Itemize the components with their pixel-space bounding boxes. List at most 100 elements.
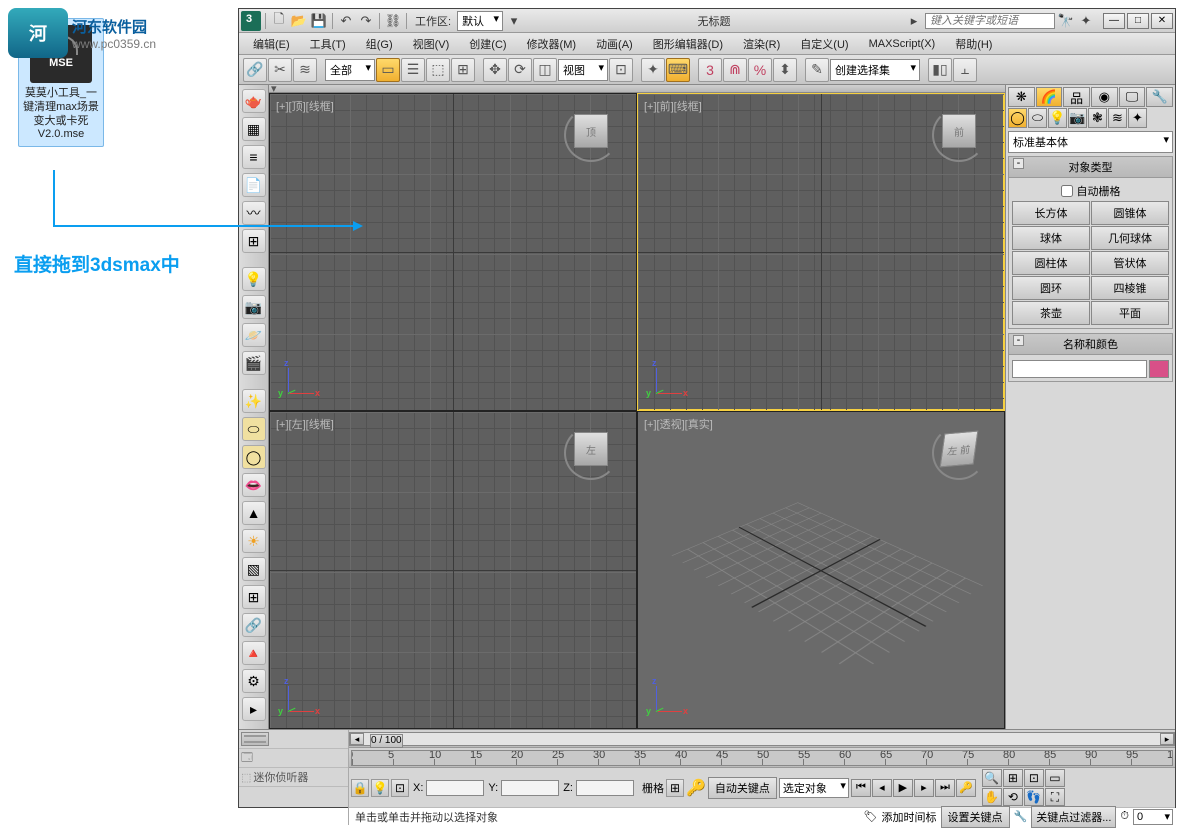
- cat-lights[interactable]: 💡: [1048, 108, 1067, 128]
- autokey-button[interactable]: 自动关键点: [708, 777, 777, 799]
- snap-3-btn[interactable]: 3: [698, 58, 722, 82]
- menu-modifiers[interactable]: 修改器(M): [519, 34, 585, 54]
- tab-hierarchy[interactable]: 品: [1063, 87, 1090, 107]
- play-icon[interactable]: ▸: [242, 697, 266, 721]
- binoculars-icon[interactable]: 🔭: [1057, 12, 1075, 30]
- menu-customize[interactable]: 自定义(U): [792, 34, 856, 54]
- open-icon[interactable]: 📂: [290, 12, 308, 30]
- btn-plane[interactable]: 平面: [1091, 301, 1169, 325]
- new-icon[interactable]: 🗋: [270, 12, 288, 30]
- rollout-objtype-header[interactable]: 对象类型: [1009, 157, 1172, 178]
- viewport-front[interactable]: [+][前][线框] 前 xzy: [638, 94, 1004, 410]
- help-search-input[interactable]: [925, 13, 1055, 29]
- undo-icon[interactable]: ↶: [337, 12, 355, 30]
- y-value[interactable]: [501, 780, 559, 796]
- redo-icon[interactable]: ↷: [357, 12, 375, 30]
- btn-cylinder[interactable]: 圆柱体: [1012, 251, 1090, 275]
- grid-value-icon[interactable]: ⊞: [666, 779, 684, 797]
- tab-utilities[interactable]: 🔧: [1146, 87, 1173, 107]
- menu-tools[interactable]: 工具(T): [302, 34, 354, 54]
- planet-icon[interactable]: 🪐: [242, 323, 266, 347]
- selection-filter[interactable]: 全部: [325, 59, 375, 81]
- align-btn[interactable]: ⫠: [953, 58, 977, 82]
- tab-modify[interactable]: 🌈: [1036, 87, 1063, 107]
- mirror-btn[interactable]: ▮▯: [928, 58, 952, 82]
- layers-icon[interactable]: ≡: [242, 145, 266, 169]
- lattice-icon[interactable]: ⊞: [242, 585, 266, 609]
- cat-systems[interactable]: ✦: [1128, 108, 1147, 128]
- blob-icon[interactable]: ⬭: [242, 417, 266, 441]
- mask-icon[interactable]: 👄: [242, 473, 266, 497]
- time-config-icon[interactable]: ⏱: [1120, 810, 1129, 823]
- btn-teapot[interactable]: 茶壶: [1012, 301, 1090, 325]
- help-star-icon[interactable]: ✦: [1077, 12, 1095, 30]
- menu-create[interactable]: 创建(C): [461, 34, 514, 54]
- named-selection-set[interactable]: 创建选择集: [830, 59, 920, 81]
- viewcube-top[interactable]: 顶: [564, 108, 618, 162]
- track-ruler[interactable]: 0510152025303540455055606570758085909510…: [351, 750, 1173, 766]
- camera-icon[interactable]: 📷: [242, 295, 266, 319]
- scroll-left-icon[interactable]: ◂: [350, 733, 364, 745]
- app-icon[interactable]: [241, 11, 261, 31]
- link-icon[interactable]: ⛓: [384, 12, 402, 30]
- tab-create[interactable]: ❋: [1008, 87, 1035, 107]
- object-color-swatch[interactable]: [1149, 360, 1169, 378]
- selection-lock-icon[interactable]: ⊡: [391, 779, 409, 797]
- maxscript-toggle[interactable]: 🗔: [241, 749, 253, 768]
- walk-icon[interactable]: 👣: [1024, 788, 1044, 806]
- menu-view[interactable]: 视图(V): [405, 34, 458, 54]
- cat-shapes[interactable]: ⬭: [1028, 108, 1047, 128]
- menu-render[interactable]: 渲染(R): [735, 34, 788, 54]
- workspace-selector[interactable]: 默认: [457, 11, 503, 31]
- key-mode-icon[interactable]: 🔑: [956, 779, 976, 797]
- cat-helpers[interactable]: ❃: [1088, 108, 1107, 128]
- particle-icon[interactable]: ✨: [242, 389, 266, 413]
- window-crossing-btn[interactable]: ⊞: [451, 58, 475, 82]
- zoom-icon[interactable]: 🔍: [982, 769, 1002, 787]
- key-target-dropdown[interactable]: 选定对象: [779, 778, 849, 798]
- time-tag-icon[interactable]: 🏷: [864, 810, 878, 823]
- menu-group[interactable]: 组(G): [358, 34, 401, 54]
- rotate-btn[interactable]: ⟳: [508, 58, 532, 82]
- viewcube-left[interactable]: 左: [564, 426, 618, 480]
- zoom-extents-icon[interactable]: ⊡: [1024, 769, 1044, 787]
- cat-spacewarps[interactable]: ≋: [1108, 108, 1127, 128]
- ref-coord-system[interactable]: 视图: [558, 59, 608, 81]
- chain-icon[interactable]: 🔗: [242, 613, 266, 637]
- unlink-btn[interactable]: ✂: [268, 58, 292, 82]
- cloth-icon[interactable]: ▧: [242, 557, 266, 581]
- time-slider[interactable]: 0 / 100: [370, 734, 403, 748]
- btn-sphere[interactable]: 球体: [1012, 226, 1090, 250]
- lock-icon[interactable]: 🔒: [351, 779, 369, 797]
- add-time-tag[interactable]: 添加时间标: [882, 809, 937, 825]
- move-btn[interactable]: ✥: [483, 58, 507, 82]
- spinner-snap-btn[interactable]: ⬍: [773, 58, 797, 82]
- curve-editor-icon[interactable]: 〰: [242, 201, 266, 225]
- play-btn-icon[interactable]: ▶: [893, 779, 913, 797]
- viewport-handle[interactable]: [269, 85, 1005, 93]
- viewport-perspective[interactable]: [+][透视][真实] 左 前 xzy: [638, 412, 1004, 728]
- setkey-button[interactable]: 设置关键点: [941, 806, 1010, 828]
- film-icon[interactable]: 🎬: [242, 351, 266, 375]
- btn-box[interactable]: 长方体: [1012, 201, 1090, 225]
- lightbulb-icon[interactable]: 💡: [242, 267, 266, 291]
- menu-maxscript[interactable]: MAXScript(X): [861, 36, 944, 52]
- link-btn[interactable]: 🔗: [243, 58, 267, 82]
- zoom-all-icon[interactable]: ⊞: [1003, 769, 1023, 787]
- cat-cameras[interactable]: 📷: [1068, 108, 1087, 128]
- btn-geosphere[interactable]: 几何球体: [1091, 226, 1169, 250]
- torus-icon[interactable]: ◯: [242, 445, 266, 469]
- sheet-icon[interactable]: 📄: [242, 173, 266, 197]
- hierarchy-icon[interactable]: 🔺: [242, 641, 266, 665]
- time-scrollbar[interactable]: ◂▸ 0 / 100: [349, 732, 1175, 746]
- object-name-input[interactable]: [1012, 360, 1147, 378]
- key-filters-icon[interactable]: 🔧: [1014, 810, 1028, 823]
- menu-animation[interactable]: 动画(A): [588, 34, 641, 54]
- tab-motion[interactable]: ◉: [1091, 87, 1118, 107]
- select-object-btn[interactable]: ▭: [376, 58, 400, 82]
- cat-geometry[interactable]: ◯: [1008, 108, 1027, 128]
- btn-torus[interactable]: 圆环: [1012, 276, 1090, 300]
- scale-btn[interactable]: ◫: [533, 58, 557, 82]
- btn-pyramid[interactable]: 四棱锥: [1091, 276, 1169, 300]
- autogrid-checkbox[interactable]: [1061, 185, 1073, 197]
